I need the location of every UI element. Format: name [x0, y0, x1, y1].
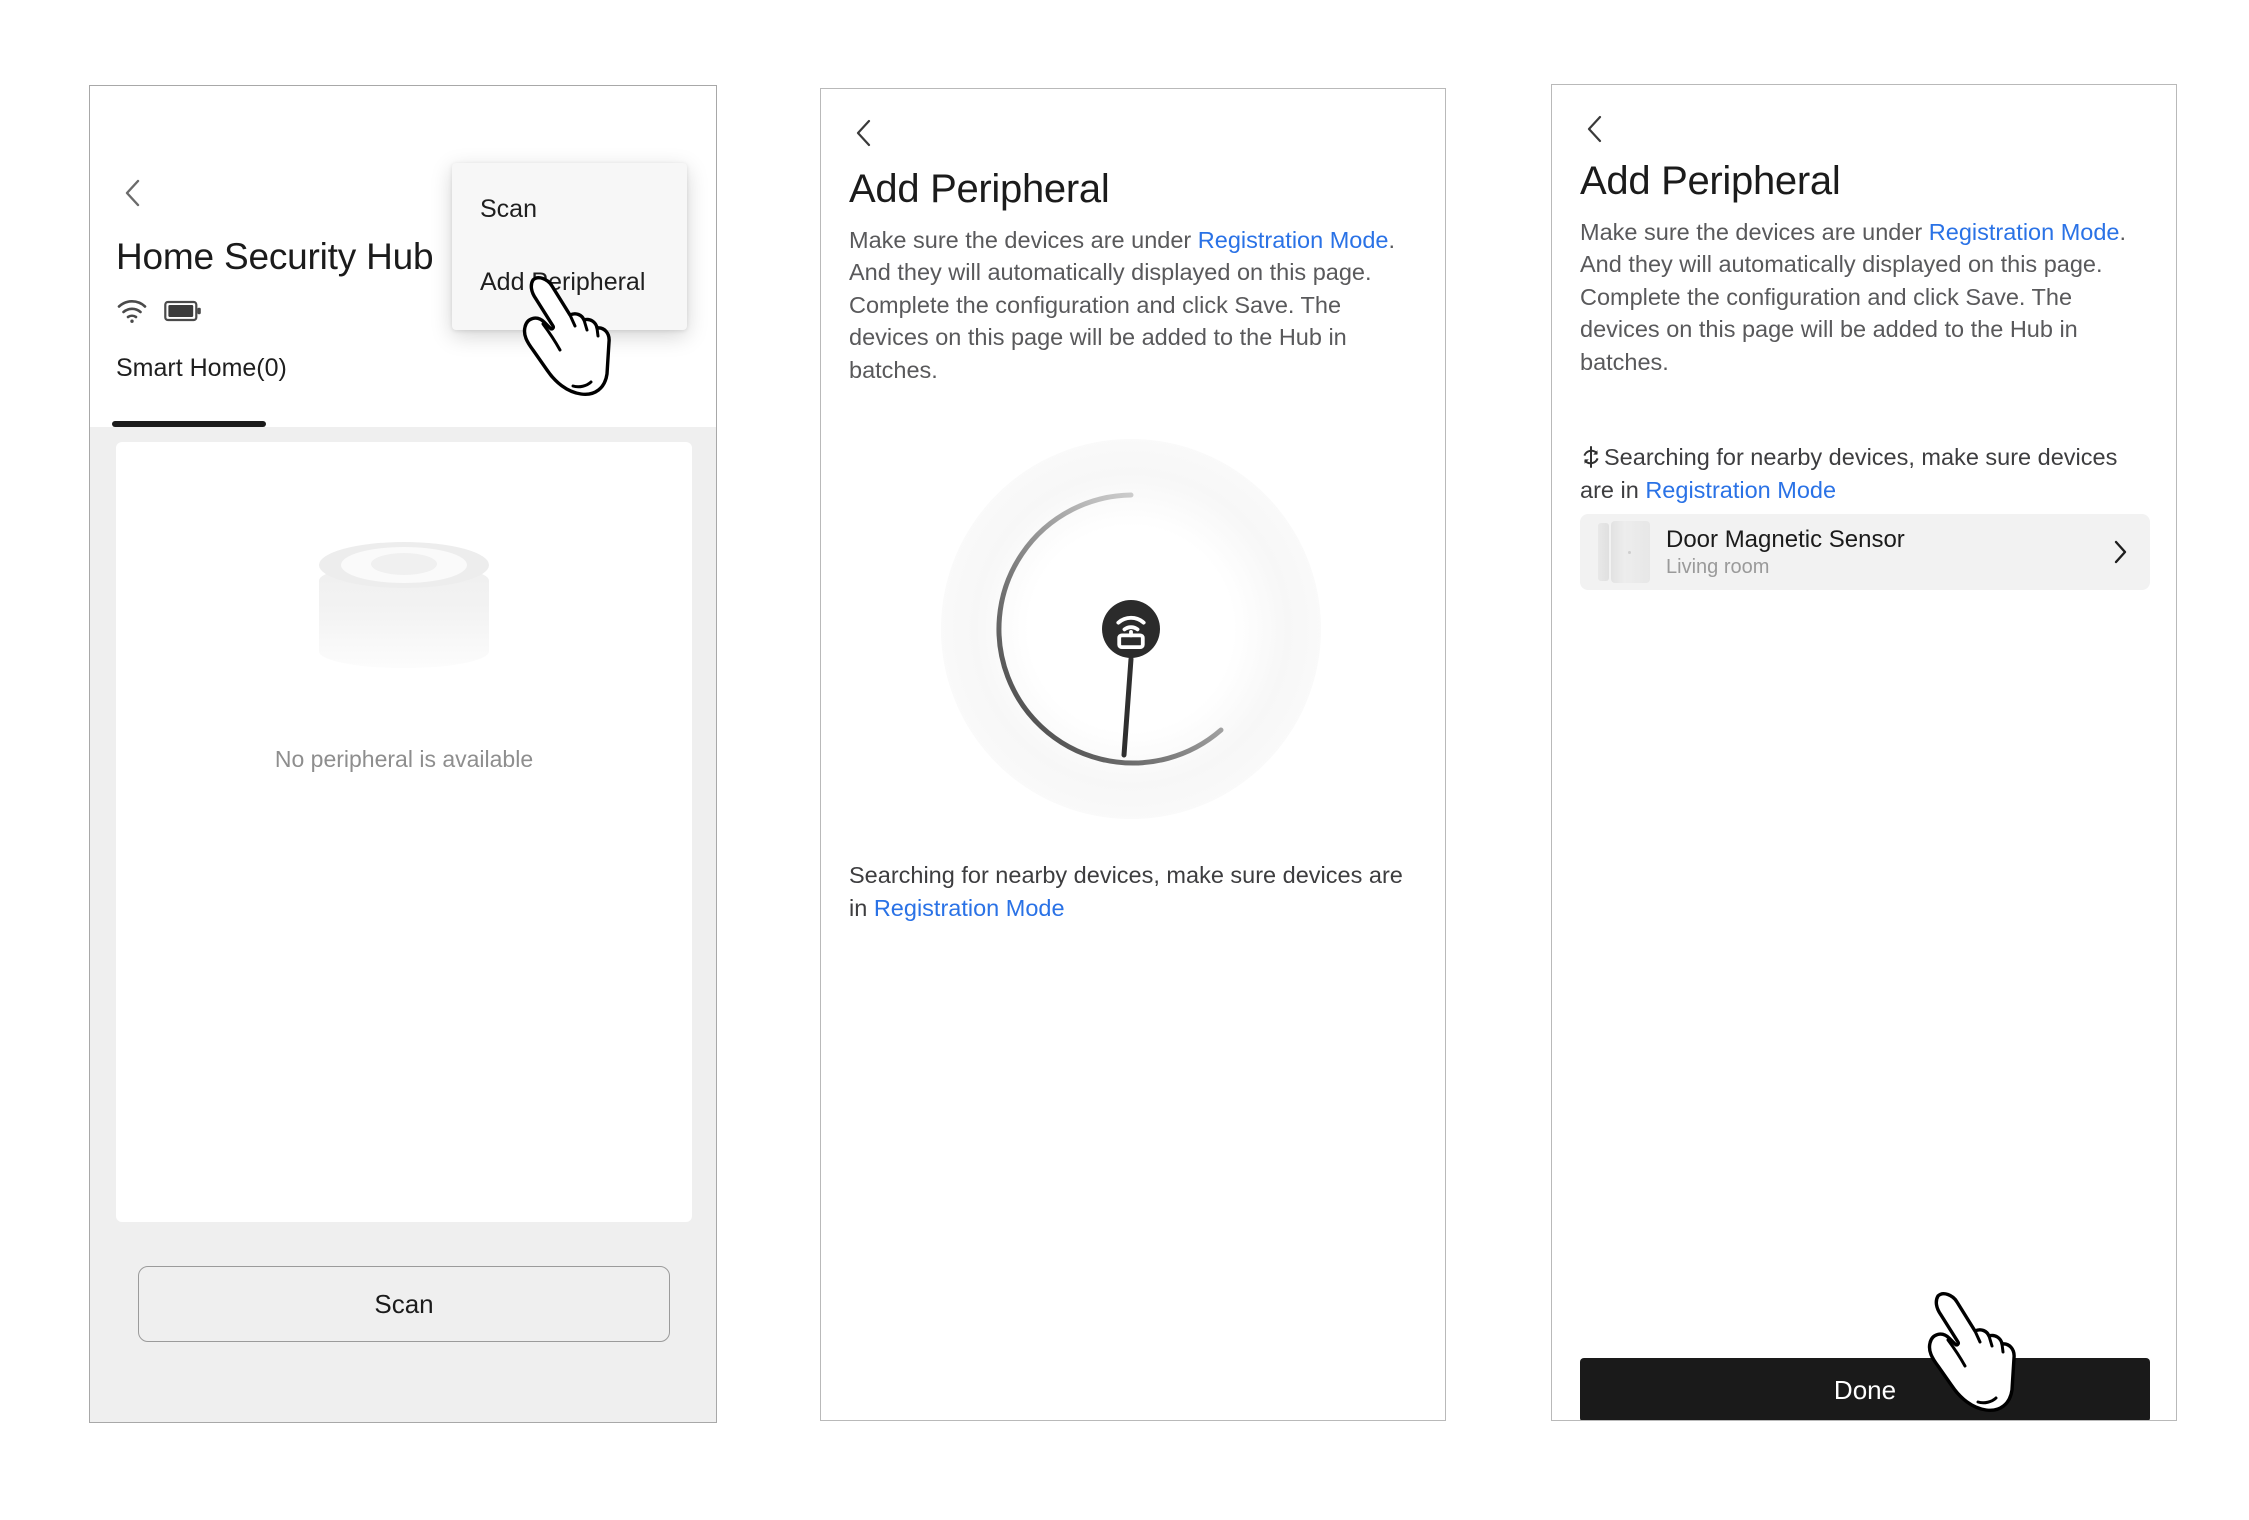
registration-mode-link[interactable]: Registration Mode: [874, 895, 1065, 921]
page-title: Home Security Hub: [116, 236, 434, 277]
registration-mode-link[interactable]: Registration Mode: [1645, 477, 1836, 503]
device-name: Door Magnetic Sensor: [1666, 525, 1905, 553]
add-peripheral-searching-screen: Add Peripheral Make sure the devices are…: [820, 88, 1446, 1421]
empty-state: No peripheral is available: [116, 542, 692, 773]
scan-button[interactable]: Scan: [138, 1266, 670, 1342]
refresh-icon: [1580, 446, 1602, 468]
device-text-block: Door Magnetic Sensor Living room: [1666, 526, 2112, 579]
back-button[interactable]: [116, 176, 150, 210]
peripheral-list-card: No peripheral is available: [116, 442, 692, 1222]
overflow-menu: Scan Add Peripheral: [452, 163, 687, 330]
wifi-icon: [116, 298, 148, 324]
hub-status-row: [116, 298, 202, 324]
registration-mode-link[interactable]: Registration Mode: [1198, 227, 1389, 253]
hub-signal-icon: [1102, 600, 1160, 658]
hub-title-row[interactable]: Home Security Hub: [116, 238, 471, 275]
back-button[interactable]: [849, 117, 879, 149]
empty-state-text: No peripheral is available: [274, 746, 534, 772]
tab-smart-home[interactable]: Smart Home(0): [116, 354, 287, 383]
search-status-text: Searching for nearby devices, make sure …: [849, 859, 1415, 926]
done-button[interactable]: Done: [1580, 1358, 2150, 1420]
list-item[interactable]: Door Magnetic Sensor Living room: [1580, 514, 2150, 590]
add-peripheral-results-screen: Add Peripheral Make sure the devices are…: [1551, 84, 2177, 1421]
device-room: Living room: [1666, 555, 1770, 578]
page-description: Make sure the devices are under Registra…: [849, 224, 1409, 386]
menu-item-scan[interactable]: Scan: [452, 173, 687, 245]
description-part-1: Make sure the devices are under: [1580, 219, 1929, 245]
description-part-1: Make sure the devices are under: [849, 227, 1198, 253]
registration-mode-link[interactable]: Registration Mode: [1929, 219, 2120, 245]
page-description: Make sure the devices are under Registra…: [1580, 216, 2140, 378]
tab-strip: Smart Home(0): [90, 336, 716, 427]
menu-item-add-peripheral[interactable]: Add Peripheral: [452, 246, 687, 318]
search-status-text: Searching for nearby devices, make sure …: [1580, 441, 2146, 508]
screenshot-stage: Home Security Hub Smart Home(0) No perip…: [0, 0, 2249, 1520]
hub-device-illustration-icon: [319, 542, 489, 670]
tab-active-indicator: [112, 421, 266, 427]
chevron-right-icon[interactable]: [2112, 538, 2128, 566]
back-button[interactable]: [1580, 113, 1610, 145]
door-sensor-icon: [1598, 521, 1650, 583]
battery-icon: [164, 299, 202, 323]
page-title: Add Peripheral: [1580, 159, 1841, 203]
scanning-radar-animation: [921, 419, 1341, 839]
page-title: Add Peripheral: [849, 167, 1110, 211]
